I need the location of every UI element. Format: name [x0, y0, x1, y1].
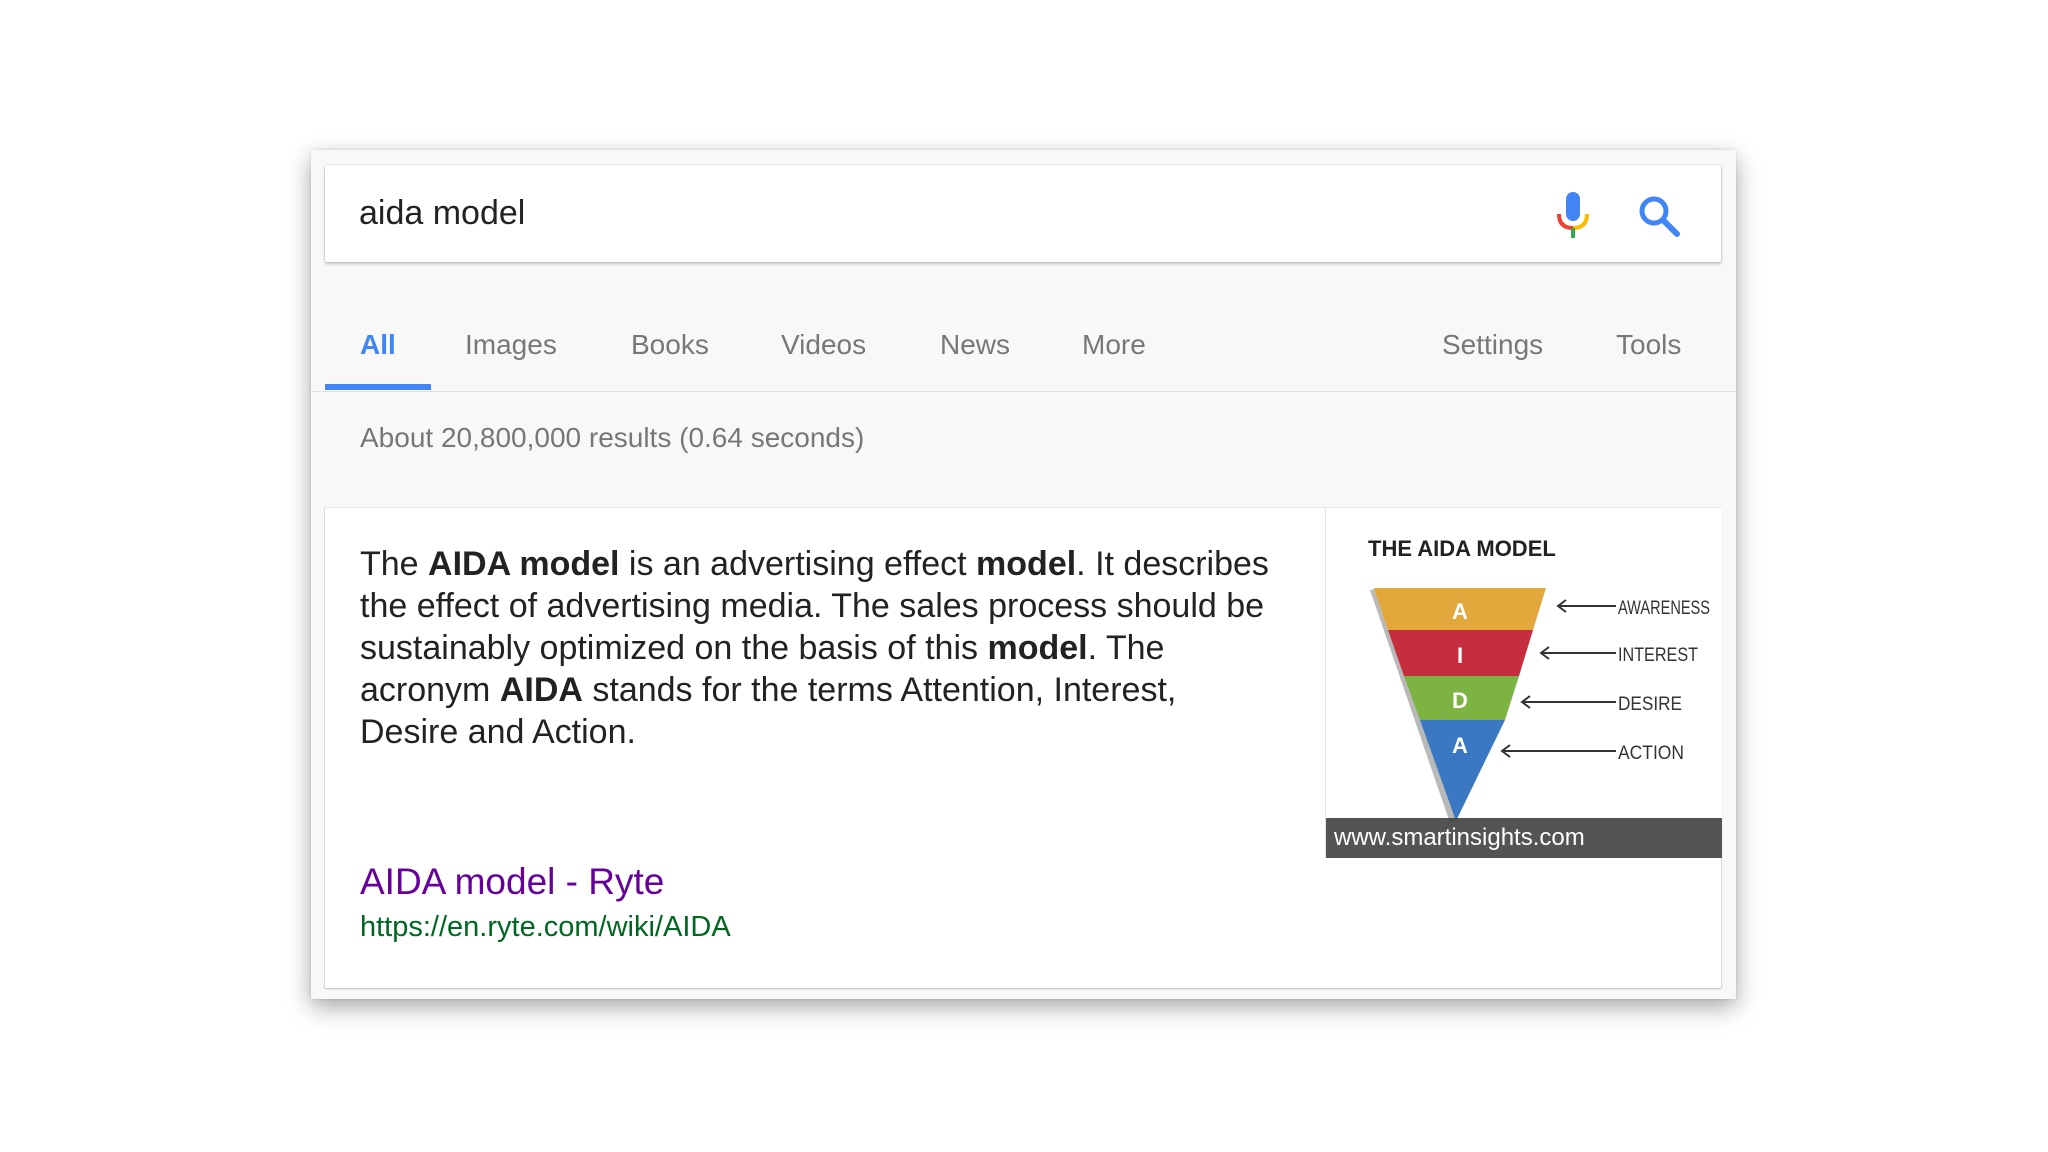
card-footer-peek	[1241, 995, 1691, 999]
search-query[interactable]: aida model	[359, 165, 525, 262]
tab-settings[interactable]: Settings	[1442, 316, 1543, 374]
image-caption: www.smartinsights.com	[1326, 818, 1722, 858]
tab-images[interactable]: Images	[465, 316, 557, 374]
tabs-divider	[311, 391, 1736, 392]
tab-videos[interactable]: Videos	[781, 316, 866, 374]
snippet-bold-term: AIDA model	[428, 545, 620, 583]
snippet-text: The AIDA model is an advertising effect …	[360, 543, 1270, 753]
snippet-text-segment: is an advertising effect	[619, 545, 977, 583]
tab-more[interactable]: More	[1082, 316, 1146, 374]
funnel-label-desire: DESIRE	[1618, 694, 1682, 715]
image-title: THE AIDA MODEL	[1368, 536, 1556, 561]
search-bar[interactable]: aida model	[325, 165, 1721, 262]
snippet-bold-term: model	[987, 629, 1088, 667]
snippet-text-segment: The	[360, 545, 429, 583]
tab-news[interactable]: News	[940, 316, 1010, 374]
tab-all[interactable]: All	[360, 316, 396, 374]
microphone-icon[interactable]	[1555, 192, 1591, 245]
funnel-letter-d: D	[1452, 688, 1468, 713]
tab-books[interactable]: Books	[631, 316, 709, 374]
result-title-link[interactable]: AIDA model - Ryte	[360, 861, 664, 903]
funnel-letter-a1: A	[1452, 599, 1468, 624]
funnel-label-interest: INTEREST	[1618, 645, 1698, 666]
snippet-image[interactable]: THE AIDA MODEL A I D A AWARENESS INTERES…	[1325, 508, 1722, 858]
featured-snippet-card: The AIDA model is an advertising effect …	[325, 508, 1722, 988]
search-icon[interactable]	[1638, 195, 1680, 242]
search-results-window: aida model All Images Books Videos News …	[311, 150, 1736, 999]
snippet-bold-term: model	[976, 545, 1077, 583]
snippet-bold-term: AIDA	[499, 671, 583, 709]
funnel-letter-a2: A	[1452, 733, 1468, 758]
tab-tools[interactable]: Tools	[1616, 316, 1681, 374]
result-url: https://en.ryte.com/wiki/AIDA	[360, 911, 731, 943]
funnel-letter-i: I	[1457, 643, 1463, 668]
active-tab-indicator	[325, 384, 431, 390]
funnel-label-action: ACTION	[1618, 743, 1684, 764]
result-stats: About 20,800,000 results (0.64 seconds)	[360, 422, 865, 453]
funnel-label-awareness: AWARENESS	[1618, 598, 1710, 619]
